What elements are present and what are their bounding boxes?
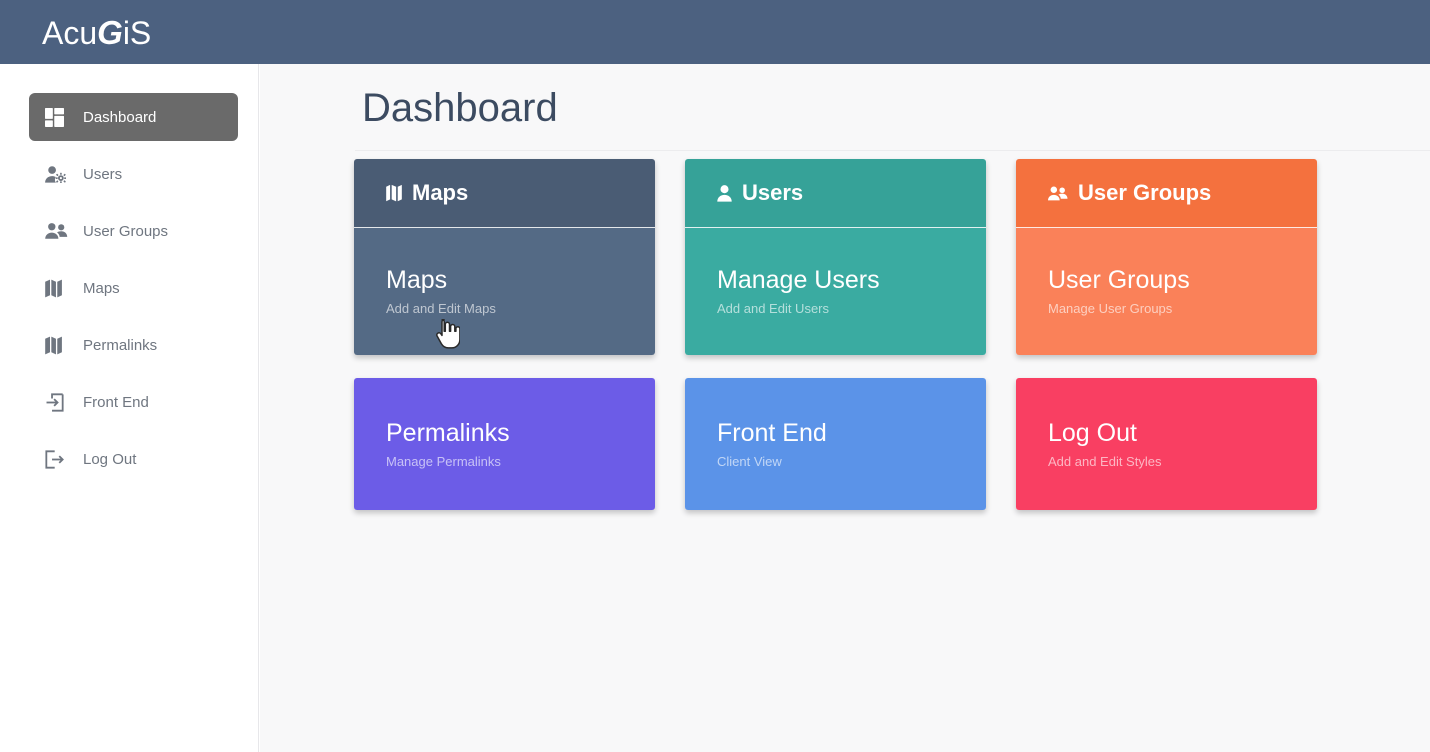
map-icon: [45, 278, 71, 298]
sidebar-item-label: Dashboard: [83, 110, 156, 125]
sidebar-item-log-out[interactable]: Log Out: [29, 435, 238, 483]
dashboard-card-grid: Maps Maps Add and Edit Maps: [354, 159, 1430, 533]
card-permalinks[interactable]: Permalinks Manage Permalinks: [354, 378, 655, 510]
card-maps[interactable]: Maps Maps Add and Edit Maps: [354, 159, 655, 355]
card-body: Manage Users Add and Edit Users: [685, 228, 986, 355]
card-body: Log Out Add and Edit Styles: [1016, 378, 1317, 510]
card-header-label: Users: [742, 180, 803, 206]
card-row-1: Maps Maps Add and Edit Maps: [354, 159, 1430, 355]
card-subtitle: Client View: [717, 454, 954, 470]
card-title: User Groups: [1048, 266, 1285, 295]
card-subtitle: Add and Edit Users: [717, 301, 954, 317]
brand-accent-letter: G: [97, 16, 123, 49]
card-title: Log Out: [1048, 419, 1285, 448]
card-body: Permalinks Manage Permalinks: [354, 378, 655, 510]
brand-suffix: iS: [123, 17, 151, 49]
sidebar-item-label: User Groups: [83, 224, 168, 239]
users-icon: [1048, 186, 1068, 201]
users-icon: [45, 221, 71, 241]
map-icon: [386, 184, 402, 202]
sidebar-item-label: Maps: [83, 281, 120, 296]
card-title: Front End: [717, 419, 954, 448]
sign-out-icon: [45, 449, 71, 469]
card-user-groups[interactable]: User Groups User Groups Manage User Grou…: [1016, 159, 1317, 355]
brand-prefix: Acu: [42, 17, 97, 49]
top-bar: AcuGiS: [0, 0, 1430, 64]
card-row-2: Permalinks Manage Permalinks Front End C…: [354, 378, 1430, 510]
grid-icon: [45, 107, 71, 127]
card-header: Users: [685, 159, 986, 228]
card-subtitle: Add and Edit Maps: [386, 301, 623, 317]
card-body: Front End Client View: [685, 378, 986, 510]
card-users[interactable]: Users Manage Users Add and Edit Users: [685, 159, 986, 355]
sidebar-item-label: Users: [83, 167, 122, 182]
card-title: Manage Users: [717, 266, 954, 295]
card-subtitle: Manage User Groups: [1048, 301, 1285, 317]
map-icon: [45, 335, 71, 355]
sidebar-item-front-end[interactable]: Front End: [29, 378, 238, 426]
card-header: Maps: [354, 159, 655, 228]
card-front-end[interactable]: Front End Client View: [685, 378, 986, 510]
card-body: User Groups Manage User Groups: [1016, 228, 1317, 355]
sidebar-item-user-groups[interactable]: User Groups: [29, 207, 238, 255]
card-title: Maps: [386, 266, 623, 295]
card-title: Permalinks: [386, 419, 623, 448]
sidebar-item-label: Log Out: [83, 452, 136, 467]
sign-in-icon: [45, 392, 71, 412]
sidebar-item-dashboard[interactable]: Dashboard: [29, 93, 238, 141]
card-header: User Groups: [1016, 159, 1317, 228]
user-cog-icon: [45, 164, 71, 184]
user-icon: [717, 185, 732, 202]
brand-logo[interactable]: AcuGiS: [42, 16, 151, 49]
page-title: Dashboard: [362, 84, 558, 132]
sidebar-item-users[interactable]: Users: [29, 150, 238, 198]
card-log-out[interactable]: Log Out Add and Edit Styles: [1016, 378, 1317, 510]
sidebar: Dashboard: [0, 64, 259, 752]
card-subtitle: Manage Permalinks: [386, 454, 623, 470]
sidebar-item-label: Front End: [83, 395, 149, 410]
card-body: Maps Add and Edit Maps: [354, 228, 655, 355]
sidebar-item-label: Permalinks: [83, 338, 157, 353]
card-header-label: User Groups: [1078, 180, 1211, 206]
card-subtitle: Add and Edit Styles: [1048, 454, 1285, 470]
sidebar-item-maps[interactable]: Maps: [29, 264, 238, 312]
dashboard-page: AcuGiS Dashboard: [0, 0, 1430, 752]
title-divider: [355, 150, 1430, 151]
main-content: Dashboard Maps: [260, 64, 1430, 752]
card-header-label: Maps: [412, 180, 468, 206]
sidebar-item-permalinks[interactable]: Permalinks: [29, 321, 238, 369]
